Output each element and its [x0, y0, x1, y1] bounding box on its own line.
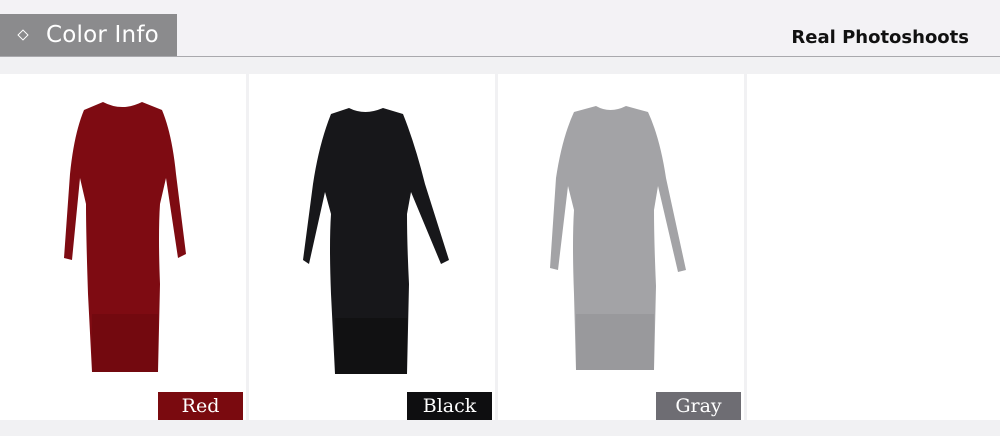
color-label-gray: Gray	[656, 392, 741, 420]
dress-image-red	[64, 102, 186, 372]
color-card-red[interactable]: Red	[0, 74, 246, 420]
section-subtitle: Real Photoshoots	[791, 27, 969, 48]
dress-image-black	[303, 108, 449, 374]
color-label-red: Red	[158, 392, 243, 420]
dress-image-gray	[550, 106, 686, 370]
empty-card	[747, 74, 1000, 420]
section-title: Color Info	[46, 22, 159, 48]
color-card-black[interactable]: Black	[249, 74, 495, 420]
color-card-gray[interactable]: Gray	[498, 74, 744, 420]
color-label-black: Black	[407, 392, 492, 420]
diamond-icon	[17, 29, 29, 41]
section-title-tab: Color Info	[0, 14, 177, 56]
